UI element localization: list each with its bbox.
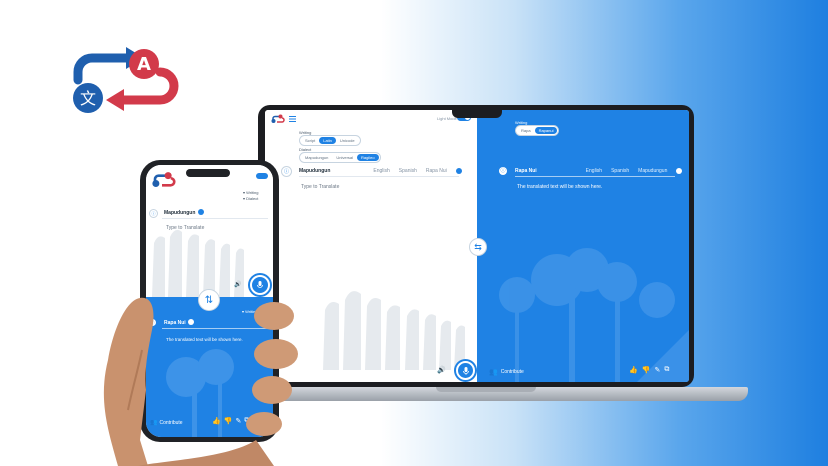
edit-icon[interactable]: ✎ [654,366,660,374]
target-info-icon[interactable]: ⓘ [499,167,507,175]
phone-source-language[interactable]: Mapudungun [164,210,195,216]
contribute-button[interactable]: 👥 Contribute [489,368,524,376]
copy-icon[interactable]: ⧉ [664,366,669,374]
target-tab-divider [515,176,675,177]
forest-background-image [499,248,689,382]
target-language-tabs: Rapa Nui English Spanish Mapudungun [515,168,683,174]
menu-icon[interactable] [289,116,296,122]
moai-statues-image [323,291,465,370]
target-writing-option-rapa[interactable]: Rapa [517,127,535,134]
source-tab-rapa-nui[interactable]: Rapa Nui [426,168,447,174]
target-writing-selector[interactable]: Rapa Rapanui [515,125,560,136]
camera-notch [452,110,502,118]
info-button[interactable]: ⓘ [281,166,292,177]
svg-text:文: 文 [80,89,96,108]
phone-microphone-icon [257,281,263,288]
speaker-icon[interactable]: 🔊 [437,366,446,374]
target-dropdown-icon[interactable] [676,168,683,174]
swap-languages-button[interactable]: ⇆ [469,238,487,256]
dialect-option-mapudungun[interactable]: Mapudungun [301,154,332,161]
source-tab-english[interactable]: English [373,168,389,174]
target-tab-rapa-nui[interactable]: Rapa Nui [515,168,537,174]
target-writing-option-rapanui[interactable]: Rapanui [534,127,558,134]
target-tab-english[interactable]: English [586,168,602,174]
phone-dynamic-island [186,169,230,177]
thumbs-up-icon[interactable]: 👍 [629,366,638,374]
app-logo-icon [271,114,285,123]
contribute-label: Contribute [500,369,524,375]
tab-divider [299,176,459,177]
microphone-button[interactable] [456,361,475,380]
dialect-option-ragileo[interactable]: Ragileo [357,154,379,161]
dialect-option-universal[interactable]: Universal [332,154,357,161]
dialect-selector[interactable]: Mapudungun Universal Ragileo [299,152,381,163]
thumbs-down-icon[interactable]: 👎 [642,366,651,374]
users-icon: 👥 [489,369,498,376]
language-dropdown-icon[interactable] [455,168,462,174]
phone-source-divider [162,218,268,219]
target-tab-spanish[interactable]: Spanish [611,168,629,174]
target-pane: Writing Rapa Rapanui ⓘ Rapa Nui English … [477,110,689,382]
phone-source-dropdown-icon[interactable] [198,209,204,215]
phone-mode-toggle[interactable] [256,173,268,179]
phone-speaker-icon[interactable]: 🔊 [234,281,241,288]
laptop-opening-groove [436,387,536,392]
translation-output: The translated text will be shown here. [517,184,603,190]
source-tab-spanish[interactable]: Spanish [399,168,417,174]
feedback-toolbar: 👍 👎 ✎ ⧉ [629,366,669,374]
info-icon: ⓘ [283,169,289,175]
phone-info-icon[interactable]: ⓘ [149,209,158,218]
target-tab-mapudungun[interactable]: Mapudungun [638,168,667,174]
phone-app-logo-icon [152,172,176,187]
translate-logo-icon: A 文 [73,47,179,113]
writing-option-script[interactable]: Script [301,137,319,144]
laptop-screen: Writing Script Latin Unicode Dialect Map… [265,110,689,382]
writing-option-latin[interactable]: Latin [319,137,336,144]
source-text-input[interactable]: Type to Translate [301,184,339,190]
phone-dialect-dropdown[interactable]: ▾ Dialect [243,196,258,201]
writing-option-unicode[interactable]: Unicode [336,137,359,144]
phone-writing-dropdown[interactable]: ▾ Writing [243,190,259,195]
microphone-icon [462,366,469,375]
phone-source-input[interactable]: Type to Translate [166,225,204,231]
swap-icon: ⇆ [474,241,482,252]
writing-selector[interactable]: Script Latin Unicode [299,135,361,146]
source-language-tabs: Mapudungun English Spanish Rapa Nui [299,168,462,174]
hand-image [103,297,298,466]
phone-source-pane: ▾ Writing ▾ Dialect ⓘ Mapudungun Type to… [146,165,273,297]
svg-text:A: A [137,54,151,75]
source-tab-mapudungun[interactable]: Mapudungun [299,168,330,174]
